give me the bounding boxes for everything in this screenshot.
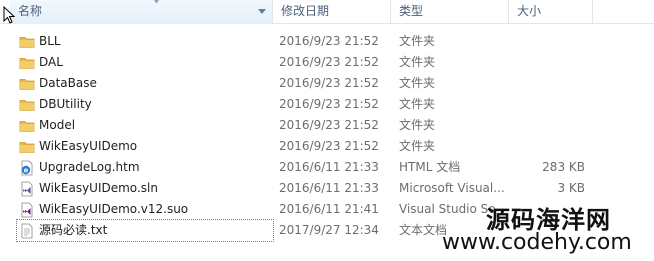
- column-header-size[interactable]: 大小: [509, 0, 593, 24]
- file-modified: 2016/9/23 21:52: [279, 34, 379, 48]
- file-size: [515, 73, 585, 94]
- folder-icon: [19, 118, 35, 134]
- folder-icon: [19, 97, 35, 113]
- sort-indicator-icon: [154, 0, 159, 3]
- file-modified: 2017/9/27 12:34: [279, 223, 379, 237]
- file-size: [515, 136, 585, 157]
- file-row[interactable]: Model 2016/9/23 21:52 文件夹: [0, 115, 654, 136]
- file-row[interactable]: UpgradeLog.htm e 2016/6/11 21:33 HTML 文档 283…: [0, 157, 654, 178]
- file-row[interactable]: DataBase 2016/9/23 21:52 文件夹: [0, 73, 654, 94]
- folder-icon: [19, 76, 35, 92]
- file-name: 源码必读.txt: [16, 219, 274, 242]
- column-header-type-label: 类型: [399, 4, 424, 18]
- sort-dropdown-icon[interactable]: [258, 9, 266, 14]
- file-row[interactable]: BLL 2016/9/23 21:52 文件夹: [0, 31, 654, 52]
- file-size: 283 KB: [542, 160, 585, 174]
- watermark-url: www.codehy.com: [442, 230, 632, 255]
- folder-icon: [19, 34, 35, 50]
- column-header-size-label: 大小: [517, 4, 542, 18]
- file-size: [515, 52, 585, 73]
- file-name: WikEasyUIDemo: [39, 139, 138, 153]
- folder-icon: [19, 139, 35, 155]
- file-type: 文件夹: [399, 97, 436, 111]
- column-header-bar: 名称 修改日期 类型 大小: [0, 0, 654, 24]
- file-size: 3 KB: [557, 181, 585, 195]
- column-header-modified[interactable]: 修改日期: [273, 0, 391, 24]
- column-header-name[interactable]: 名称: [10, 0, 273, 24]
- file-modified: 2016/9/23 21:52: [279, 76, 379, 90]
- file-row[interactable]: WikEasyUIDemo 2016/9/23 21:52 文件夹: [0, 136, 654, 157]
- column-header-name-label: 名称: [18, 4, 43, 18]
- vs-solution-icon: [19, 181, 35, 197]
- file-modified: 2016/9/23 21:52: [279, 139, 379, 153]
- file-name: UpgradeLog.htm: [39, 160, 140, 174]
- file-type: 文件夹: [399, 76, 436, 90]
- file-name: BLL: [39, 34, 61, 48]
- html-file-icon: e: [19, 160, 35, 176]
- file-name: DAL: [39, 55, 63, 69]
- file-size: [515, 31, 585, 52]
- file-name: DataBase: [39, 76, 97, 90]
- file-name: WikEasyUIDemo.v12.suo: [39, 202, 189, 216]
- watermark: 源码海洋网 www.codehy.com: [436, 200, 646, 258]
- file-row[interactable]: DBUtility 2016/9/23 21:52 文件夹: [0, 94, 654, 115]
- vs-suo-icon: [19, 202, 35, 218]
- column-header-modified-label: 修改日期: [281, 4, 330, 18]
- file-size: [515, 94, 585, 115]
- file-type: Microsoft Visual...: [399, 181, 505, 195]
- file-name: DBUtility: [39, 97, 92, 111]
- file-type: 文件夹: [399, 139, 436, 153]
- file-row[interactable]: WikEasyUIDemo.sln 2016/6/11 21:33 Microsof…: [0, 178, 654, 199]
- file-modified: 2016/9/23 21:52: [279, 55, 379, 69]
- folder-icon: [19, 55, 35, 71]
- svg-text:e: e: [24, 167, 29, 175]
- file-size: [515, 115, 585, 136]
- file-name: Model: [39, 118, 76, 132]
- file-modified: 2016/6/11 21:33: [279, 160, 379, 174]
- column-header-type[interactable]: 类型: [391, 0, 509, 24]
- file-type: HTML 文档: [399, 160, 461, 174]
- file-type: 文件夹: [399, 118, 436, 132]
- file-modified: 2016/6/11 21:33: [279, 181, 379, 195]
- file-modified: 2016/6/11 21:41: [279, 202, 379, 216]
- file-modified: 2016/9/23 21:52: [279, 97, 379, 111]
- text-file-icon: [19, 223, 35, 239]
- file-name: WikEasyUIDemo.sln: [39, 181, 158, 195]
- file-modified: 2016/9/23 21:52: [279, 118, 379, 132]
- file-type: 文件夹: [399, 34, 436, 48]
- mouse-cursor-icon: [3, 6, 16, 24]
- file-type: 文件夹: [399, 55, 436, 69]
- file-row[interactable]: DAL 2016/9/23 21:52 文件夹: [0, 52, 654, 73]
